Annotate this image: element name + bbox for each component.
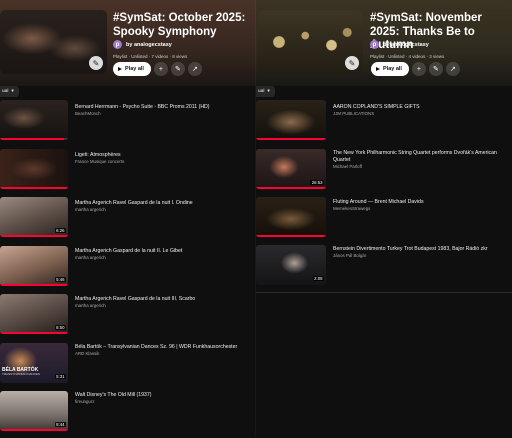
play-all-button[interactable]: Play all: [371, 62, 409, 76]
video-duration: 8:50: [54, 325, 66, 330]
video-title[interactable]: Bernstein Divertimento Turkey Trot Budap…: [333, 246, 511, 253]
video-title[interactable]: Béla Bartók – Transylvanian Dances Sz. 9…: [75, 344, 253, 351]
sort-label: ual: [258, 89, 265, 94]
video-channel[interactable]: martha argerich: [75, 255, 106, 260]
video-title[interactable]: Fluting Around — Brent Michael Davids: [333, 199, 511, 206]
playlist-panel-right: ✎ #SymSat: November 2025: Thanks Be to A…: [256, 0, 512, 438]
video-title[interactable]: Bernard Herrmann - Psycho Suite - BBC Pr…: [75, 104, 253, 111]
playlist-meta: Playlist · Unlisted · 7 videos · 8 views: [113, 54, 188, 59]
add-icon[interactable]: +: [411, 62, 426, 76]
video-thumbnail[interactable]: 2:08: [256, 245, 326, 285]
video-channel[interactable]: martha argerich: [75, 303, 106, 308]
list-end-divider: [256, 292, 512, 293]
video-channel[interactable]: János Pál Bolgár: [333, 253, 366, 258]
video-duration: 5:31: [54, 374, 66, 379]
video-thumbnail[interactable]: BÉLA BARTÓK TRANSYLVANIAN DANCES 5:31: [0, 343, 68, 383]
video-thumbnail[interactable]: [256, 100, 326, 140]
play-all-label: Play all: [383, 66, 402, 72]
video-title[interactable]: AARON COPLAND'S SIMPLE GIFTS: [333, 104, 511, 111]
video-title[interactable]: The New York Philharmonic String Quartet…: [333, 150, 511, 163]
watch-progress: [0, 429, 68, 431]
video-thumbnail[interactable]: 26:53: [256, 149, 326, 189]
video-duration: 5:46: [54, 277, 66, 282]
video-channel[interactable]: martha argerich: [75, 207, 106, 212]
watch-progress: [256, 235, 326, 237]
video-thumbnail[interactable]: 6:26: [0, 197, 68, 237]
video-channel[interactable]: France Musique concerts: [75, 159, 124, 164]
play-icon: [118, 67, 122, 71]
chevron-down-icon: ▾: [11, 89, 14, 94]
video-duration: 26:53: [310, 180, 324, 185]
edit-pencil-icon[interactable]: ✎: [170, 62, 185, 76]
video-duration: 6:26: [54, 228, 66, 233]
playlist-header: ✎ #SymSat: October 2025: Spooky Symphony…: [0, 0, 256, 86]
video-channel[interactable]: JJM PUBLICATIONS: [333, 111, 374, 116]
playlist-owner[interactable]: p by analogecstasy: [370, 40, 429, 49]
video-duration: 8:44: [54, 422, 66, 427]
edit-pencil-icon[interactable]: ✎: [345, 56, 359, 70]
video-channel[interactable]: BeachMonch: [75, 111, 101, 116]
playlist-owner[interactable]: p by analogecstasy: [113, 40, 172, 49]
thumbnail-caption-sub: TRANSYLVANIAN DANCES: [2, 372, 40, 376]
playlist-panel-left: ✎ #SymSat: October 2025: Spooky Symphony…: [0, 0, 256, 438]
watch-progress: [0, 187, 68, 189]
video-title[interactable]: Martha Argerich Ravel Gaspard de la nuit…: [75, 296, 253, 303]
video-thumbnail[interactable]: [256, 197, 326, 237]
sort-label: ual: [2, 89, 9, 94]
sort-dropdown[interactable]: ual ▾: [0, 86, 19, 97]
video-channel[interactable]: MemekesStrawegs: [333, 206, 370, 211]
sort-dropdown[interactable]: ual ▾: [256, 86, 275, 97]
video-thumbnail[interactable]: [0, 149, 68, 189]
video-channel[interactable]: fireungurz: [75, 399, 95, 404]
video-title[interactable]: Walt Disney's The Old Mill (1937): [75, 392, 253, 399]
watch-progress: [0, 332, 68, 334]
watch-progress: [256, 187, 326, 189]
play-icon: [376, 67, 380, 71]
watch-progress: [0, 284, 68, 286]
play-all-label: Play all: [125, 66, 144, 72]
video-thumbnail[interactable]: 8:50: [0, 294, 68, 334]
video-thumbnail[interactable]: 5:46: [0, 246, 68, 286]
edit-pencil-icon[interactable]: ✎: [428, 62, 443, 76]
chevron-down-icon: ▾: [267, 89, 270, 94]
avatar: p: [370, 40, 379, 49]
video-channel[interactable]: Michael Parloff: [333, 164, 362, 169]
owner-name: by analogecstasy: [126, 41, 172, 48]
video-channel[interactable]: ARD Klassik: [75, 351, 99, 356]
watch-progress: [0, 235, 68, 237]
playlist-meta: Playlist · Unlisted · 4 videos · 3 views: [370, 54, 445, 59]
playlist-title: #SymSat: October 2025: Spooky Symphony: [113, 12, 246, 38]
video-title[interactable]: Martha Argerich Ravel Gaspard de la nuit…: [75, 200, 253, 207]
watch-progress: [256, 138, 326, 140]
avatar: p: [113, 40, 122, 49]
video-title[interactable]: Martha Argerich Gaspard de la nuit II. L…: [75, 248, 253, 255]
share-icon[interactable]: ↗: [445, 62, 460, 76]
video-thumbnail[interactable]: 8:44: [0, 391, 68, 431]
video-duration: 2:08: [312, 276, 324, 281]
watch-progress: [0, 138, 68, 140]
edit-pencil-icon[interactable]: ✎: [89, 56, 103, 70]
owner-name: by analogecstasy: [383, 41, 429, 48]
playlist-header: ✎ #SymSat: November 2025: Thanks Be to A…: [256, 0, 512, 86]
play-all-button[interactable]: Play all: [113, 62, 151, 76]
playlist-actions: Play all + ✎ ↗: [113, 62, 202, 76]
add-icon[interactable]: +: [153, 62, 168, 76]
thumbnail-caption: BÉLA BARTÓK TRANSYLVANIAN DANCES: [2, 368, 40, 376]
video-thumbnail[interactable]: [0, 100, 68, 140]
playlist-actions: Play all + ✎ ↗: [371, 62, 460, 76]
playlist-cover-thumbnail[interactable]: ✎: [0, 10, 107, 74]
video-title[interactable]: Ligeti: Atmosphères: [75, 152, 253, 159]
playlist-cover-thumbnail[interactable]: ✎: [258, 10, 363, 74]
share-icon[interactable]: ↗: [187, 62, 202, 76]
